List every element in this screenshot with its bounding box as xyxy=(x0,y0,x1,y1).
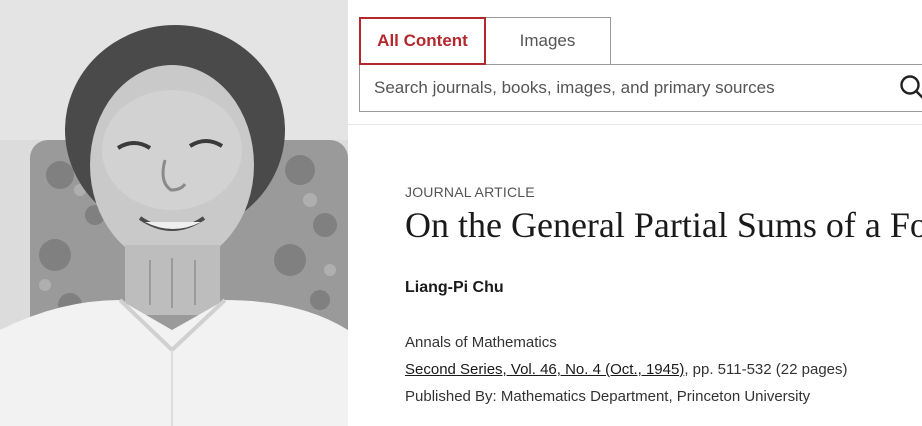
tab-images-label: Images xyxy=(519,31,576,50)
search-icon xyxy=(900,75,922,99)
article-author[interactable]: Liang-Pi Chu xyxy=(405,279,504,297)
search-input[interactable] xyxy=(360,65,890,111)
search-box xyxy=(359,64,922,112)
tab-all-content[interactable]: All Content xyxy=(359,17,486,65)
page-range: , pp. 511-532 (22 pages) xyxy=(684,361,848,378)
search-button[interactable] xyxy=(898,73,922,103)
tab-all-content-label: All Content xyxy=(377,31,468,50)
issue-info: Second Series, Vol. 46, No. 4 (Oct., 194… xyxy=(405,361,848,378)
search-header: All Content Images xyxy=(348,0,922,125)
article-title: On the General Partial Sums of a Fo xyxy=(405,205,922,245)
portrait-image xyxy=(0,0,348,426)
tab-images[interactable]: Images xyxy=(485,17,611,65)
journal-name[interactable]: Annals of Mathematics xyxy=(405,334,557,351)
issue-link[interactable]: Second Series, Vol. 46, No. 4 (Oct., 194… xyxy=(405,361,684,378)
article-page: All Content Images JOURNAL ARTICLE On th… xyxy=(348,0,922,426)
publisher-info: Published By: Mathematics Department, Pr… xyxy=(405,388,811,405)
content-type-label: JOURNAL ARTICLE xyxy=(405,184,535,200)
author-portrait-photo xyxy=(0,0,348,426)
